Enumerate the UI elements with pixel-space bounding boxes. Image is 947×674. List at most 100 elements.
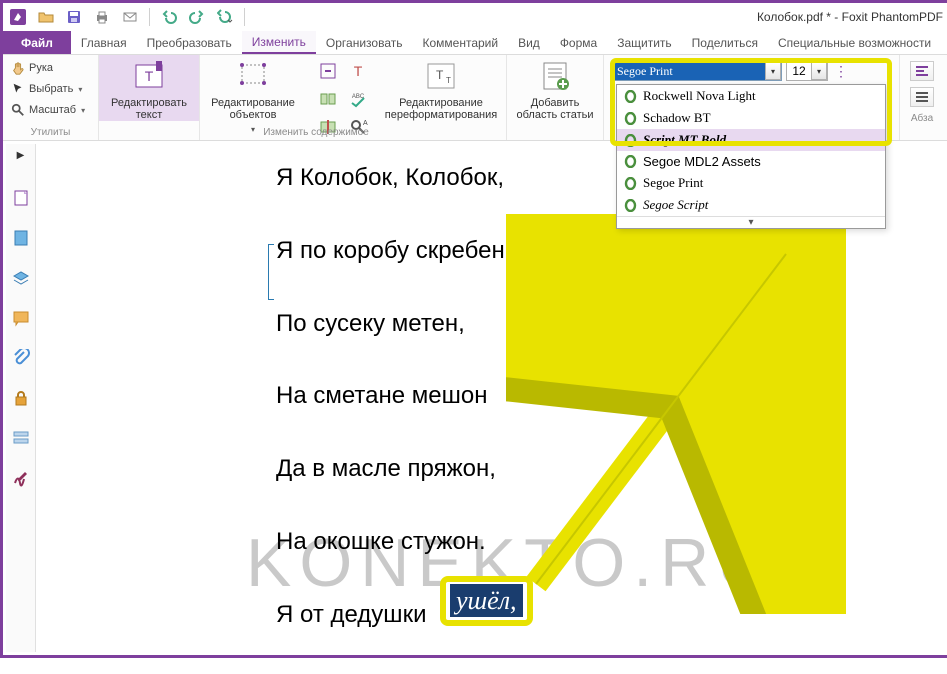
print-icon[interactable]: [91, 6, 113, 28]
edit-text-label: Редактировать текст: [111, 97, 187, 121]
font-option[interactable]: Schadow BT: [617, 107, 885, 129]
font-option-label: Script MT Bold: [643, 132, 726, 148]
chevron-down-icon[interactable]: ▾: [81, 106, 85, 115]
reflow-button[interactable]: TT Редактирование переформатирования: [376, 55, 506, 121]
redo-icon[interactable]: [186, 6, 208, 28]
font-size-combo[interactable]: 12 ▾: [786, 61, 828, 81]
group-font: Segoe Print ▾ 12 ▾ ⋮ Rockwell Nova Light…: [604, 55, 900, 140]
edit-text-icon: T: [132, 59, 166, 93]
ribbon: Рука Выбрать ▾ Масштаб ▾ Утилиты T: [3, 55, 947, 141]
fields-panel-icon[interactable]: [11, 428, 31, 448]
open-icon[interactable]: [35, 6, 57, 28]
font-option[interactable]: Rockwell Nova Light: [617, 85, 885, 107]
font-family-dropdown[interactable]: Rockwell Nova Light Schadow BT Script MT…: [616, 84, 886, 229]
font-option[interactable]: Segoe MDL2 Assets: [617, 151, 885, 172]
opentype-icon: [623, 155, 637, 169]
edit-text-button[interactable]: T Редактировать текст: [99, 55, 199, 121]
svg-text:T: T: [354, 63, 363, 79]
tab-protect[interactable]: Защитить: [607, 31, 681, 54]
ribbon-tabs: Файл Главная Преобразовать Изменить Орга…: [3, 31, 947, 55]
rail-toggle-icon[interactable]: ▶: [14, 148, 28, 162]
tool-hand-label: Рука: [29, 62, 53, 74]
add-article-label: Добавить область статьи: [517, 97, 594, 121]
annotation-arrow-icon: [506, 214, 846, 614]
group-label-content: Изменить содержимое: [116, 127, 516, 138]
edit-objects-label: Редактирование объектов: [211, 97, 295, 121]
svg-text:T: T: [446, 76, 451, 85]
tool-select[interactable]: Выбрать ▾: [11, 79, 90, 99]
text-tool-icon[interactable]: T: [344, 58, 372, 84]
font-option-label: Segoe MDL2 Assets: [643, 154, 761, 169]
font-option[interactable]: Script MT Bold: [617, 129, 885, 151]
bookmarks-panel-icon[interactable]: [11, 228, 31, 248]
text-frame-indicator: [268, 244, 274, 300]
pages-panel-icon[interactable]: [11, 188, 31, 208]
tool-hand[interactable]: Рука: [11, 58, 90, 78]
opentype-icon: [623, 176, 637, 190]
annotation-highlight: ушёл,: [440, 576, 533, 626]
tab-file[interactable]: Файл: [3, 31, 71, 54]
svg-text:T: T: [145, 68, 154, 84]
text-line[interactable]: На сметане мешон: [276, 382, 511, 411]
opentype-icon: [623, 133, 637, 147]
text-line[interactable]: Да в масле пряжон,: [276, 455, 511, 484]
group-label-paragraph: Абза: [910, 113, 934, 124]
font-option-label: Schadow BT: [643, 110, 711, 126]
selected-word[interactable]: ушёл,: [450, 584, 523, 617]
font-option[interactable]: Segoe Script: [617, 194, 885, 216]
app-menu-icon[interactable]: [7, 6, 29, 28]
group-options-icon[interactable]: ⋮: [832, 63, 850, 80]
separator: [149, 8, 150, 26]
tool-zoom[interactable]: Масштаб ▾: [11, 100, 90, 120]
chevron-down-icon[interactable]: ▾: [78, 85, 82, 94]
link-tool-icon[interactable]: [314, 58, 342, 84]
font-family-value: Segoe Print: [613, 63, 765, 80]
separator: [244, 8, 245, 26]
justify-button[interactable]: [910, 87, 934, 107]
security-panel-icon[interactable]: [11, 388, 31, 408]
tab-form[interactable]: Форма: [550, 31, 607, 54]
scroll-down-icon[interactable]: ▾: [617, 216, 885, 228]
abc-tool-icon[interactable]: ABC: [344, 86, 372, 112]
font-option-label: Segoe Script: [643, 197, 708, 213]
group-paragraph: Абза: [900, 55, 940, 140]
opentype-icon: [623, 111, 637, 125]
font-option[interactable]: Segoe Print: [617, 172, 885, 194]
chevron-down-icon[interactable]: ▾: [811, 62, 827, 80]
font-option-label: Segoe Print: [643, 175, 703, 191]
titlebar: Колобок.pdf * - Foxit PhantomPDF: [3, 3, 947, 31]
tab-edit[interactable]: Изменить: [242, 31, 316, 54]
nav-rail: ▶: [6, 144, 36, 652]
text-line[interactable]: Я по коробу скребен,: [276, 237, 511, 266]
tab-accessibility[interactable]: Специальные возможности: [768, 31, 941, 54]
tab-home[interactable]: Главная: [71, 31, 137, 54]
text-line[interactable]: На окошке стужон.: [276, 528, 511, 557]
tab-share[interactable]: Поделиться: [682, 31, 768, 54]
save-icon[interactable]: [63, 6, 85, 28]
attachments-panel-icon[interactable]: [11, 348, 31, 368]
tab-view[interactable]: Вид: [508, 31, 550, 54]
edit-objects-icon: [236, 59, 270, 93]
reflow-label: Редактирование переформатирования: [385, 97, 497, 121]
tab-organize[interactable]: Организовать: [316, 31, 413, 54]
svg-text:T: T: [436, 68, 444, 82]
edit-objects-button[interactable]: Редактирование объектов ▾: [200, 55, 306, 134]
layers-panel-icon[interactable]: [11, 268, 31, 288]
email-icon[interactable]: [119, 6, 141, 28]
comments-panel-icon[interactable]: [11, 308, 31, 328]
text-line[interactable]: По сусеку метен,: [276, 310, 511, 339]
tab-convert[interactable]: Преобразовать: [137, 31, 242, 54]
font-family-combo[interactable]: Segoe Print ▾: [612, 61, 782, 81]
undo-dropdown-icon[interactable]: [214, 6, 236, 28]
group-add-article: Добавить область статьи: [507, 55, 604, 140]
text-line[interactable]: Я Колобок, Колобок,: [276, 164, 511, 193]
article-icon: [538, 59, 572, 93]
merge-tool-icon[interactable]: [314, 86, 342, 112]
add-article-button[interactable]: Добавить область статьи: [507, 55, 603, 121]
align-left-button[interactable]: [910, 61, 934, 81]
tab-comment[interactable]: Комментарий: [413, 31, 509, 54]
signatures-panel-icon[interactable]: [11, 468, 31, 488]
undo-icon[interactable]: [158, 6, 180, 28]
group-reflow: TT Редактирование переформатирования Изм…: [376, 55, 506, 140]
chevron-down-icon[interactable]: ▾: [765, 62, 781, 80]
